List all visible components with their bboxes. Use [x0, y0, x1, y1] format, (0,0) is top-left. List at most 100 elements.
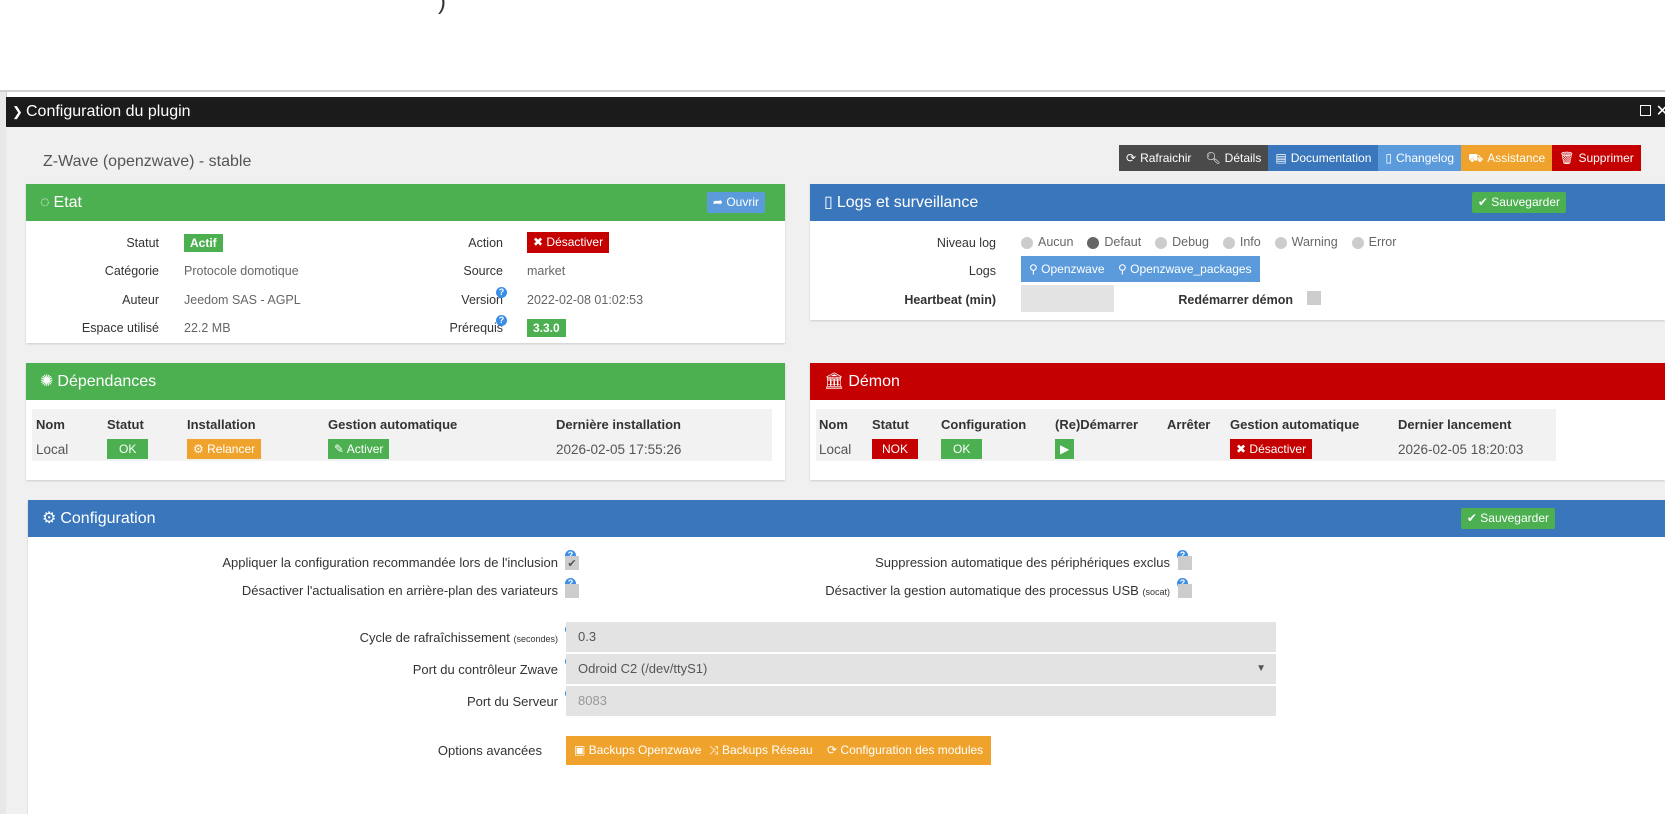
demon-deactivate-button[interactable]: ✖ Désactiver — [1230, 439, 1313, 459]
heartbeat-input[interactable] — [1021, 285, 1114, 312]
demon-deactivate-label: Désactiver — [1249, 442, 1307, 456]
backup-network-button[interactable]: ⤨ Backups Réseau — [701, 736, 821, 765]
server-port-label: Port du Serveur — [466, 694, 558, 709]
modal-content: Z-Wave (openzwave) - stable ⟳ Rafraichir … — [6, 127, 1665, 814]
log-level-aucun[interactable]: Aucun — [1021, 235, 1073, 249]
log-level-debug[interactable]: Debug — [1155, 235, 1209, 249]
check-circle-icon: ✔ — [1466, 511, 1477, 525]
demon-header-arreter: Arrêter — [1167, 417, 1211, 432]
open-button[interactable]: ➦ Ouvrir — [706, 192, 765, 213]
delete-label: Supprimer — [1578, 151, 1634, 165]
cycle-input[interactable]: 0.3 — [566, 622, 1276, 652]
plugin-toolbar: ⟳ Rafraichir 🔍︎ Détails ▤ Documentation ▯ Ch… — [1119, 145, 1641, 171]
dep-header-installation: Installation — [187, 417, 256, 432]
dep-activer-button[interactable]: ✎ Activer — [328, 439, 390, 459]
demon-config-badge: OK — [941, 439, 983, 459]
logs-save-button[interactable]: ✔ Sauvegarder — [1471, 192, 1566, 213]
assistance-button[interactable]: ⛟ Assistance — [1461, 145, 1553, 171]
background-page: ) — [0, 0, 1665, 92]
log-level-label: Warning — [1291, 235, 1338, 249]
port-select-value: Odroid C2 (/dev/ttyS1) — [578, 661, 708, 676]
log-level-error[interactable]: Error — [1351, 235, 1397, 249]
server-port-input[interactable]: 8083 — [566, 686, 1276, 716]
niveau-log-label: Niveau log — [936, 236, 996, 250]
demon-table: Nom Statut Configuration (Re)Démarrer Ar… — [816, 409, 1556, 461]
radio-icon — [1222, 236, 1235, 249]
log-packages-button[interactable]: ⚲ Openzwave_packages — [1110, 256, 1260, 282]
version-help-icon[interactable]: ? — [496, 287, 507, 298]
truck-icon: ⛟ — [1468, 151, 1484, 165]
play-icon: ▶ — [1055, 439, 1075, 459]
demon-title: Démon — [848, 373, 900, 390]
details-button[interactable]: 🔍︎ Détails — [1198, 145, 1269, 171]
opt2-checkbox[interactable] — [565, 584, 579, 598]
certificate-icon: ✺ — [40, 373, 54, 390]
dependances-title: Dépendances — [57, 373, 157, 390]
demon-last-launch: 2026-02-05 18:20:03 — [1398, 442, 1524, 457]
opt4-checkbox[interactable] — [1178, 584, 1192, 598]
details-label: Détails — [1224, 151, 1262, 165]
log-level-info[interactable]: Info — [1222, 235, 1261, 249]
prereq-label: Prérequis — [386, 321, 504, 335]
opt4-label-sub: (socat) — [1142, 587, 1170, 597]
demon-name: Local — [819, 442, 852, 457]
demon-config: OK — [941, 439, 983, 459]
demon-start-button[interactable]: ▶ — [1055, 439, 1075, 459]
radio-selected-icon — [1087, 236, 1100, 249]
prereq-help-icon[interactable]: ? — [496, 315, 507, 326]
heartbeat-label: Heartbeat (min) — [904, 293, 996, 307]
log-level-warning[interactable]: Warning — [1274, 235, 1338, 249]
logs-header: ▯ Logs et surveillance ✔ Sauvegarder — [810, 184, 1665, 221]
close-icon[interactable]: ✕ — [1656, 97, 1665, 127]
changelog-button[interactable]: ▯ Changelog — [1378, 145, 1462, 171]
refresh-button[interactable]: ⟳ Rafraichir — [1119, 145, 1199, 171]
check-circle-icon: ✔ — [1477, 195, 1488, 209]
opt3-checkbox[interactable] — [1178, 556, 1192, 570]
config-save-button[interactable]: ✔ Sauvegarder — [1460, 508, 1555, 529]
chevron-right-icon[interactable]: ❯ — [12, 97, 23, 127]
source-label: Source — [463, 264, 503, 278]
backup-openzwave-button[interactable]: ▣ Backups Openzwave — [566, 736, 710, 765]
opt1-checkbox[interactable]: ✔ — [565, 556, 579, 570]
port-select[interactable]: Odroid C2 (/dev/ttyS1) ▼ — [566, 654, 1276, 684]
backup-network-label: Backups Réseau — [721, 743, 813, 757]
logs-label: Logs — [968, 264, 996, 278]
log-level-label: Error — [1368, 235, 1397, 249]
log-openzwave-label: Openzwave — [1041, 262, 1105, 276]
share-icon: ➦ — [712, 195, 723, 209]
espace-value: 22.2 MB — [184, 321, 231, 335]
log-level-defaut[interactable]: Defaut — [1087, 235, 1141, 249]
delete-button[interactable]: 🗑︎ Supprimer — [1552, 145, 1641, 171]
restart-daemon-checkbox[interactable] — [1307, 291, 1321, 305]
dep-relancer-button[interactable]: ⚙ Relancer — [187, 439, 262, 459]
cycle-label: Cycle de rafraîchissement (secondes) — [28, 630, 558, 645]
log-packages-label: Openzwave_packages — [1130, 262, 1252, 276]
logs-panel: ▯ Logs et surveillance ✔ Sauvegarder Nive… — [810, 184, 1665, 320]
demon-header-statut: Statut — [872, 417, 909, 432]
log-level-radios: Aucun Defaut Debug Info Warning Error — [1021, 235, 1396, 249]
action-label: Action — [468, 236, 503, 250]
auteur-value: Jeedom SAS - AGPL — [184, 293, 301, 307]
port-label: Port du contrôleur Zwave — [412, 662, 558, 677]
restart-daemon-label: Redémarrer démon — [1178, 293, 1293, 307]
categorie-label: Catégorie — [104, 264, 159, 278]
book-icon: ▤ — [1275, 151, 1287, 165]
action-deactivate-button[interactable]: ✖ Désactiver — [527, 232, 610, 253]
dep-name: Local — [36, 442, 69, 457]
prereq-badge: 3.3.0 — [527, 319, 566, 337]
bicycle-icon: ⚙ — [193, 442, 204, 456]
save-icon: ▣ — [574, 743, 586, 757]
configuration-header: ⚙ Configuration ✔ Sauvegarder — [28, 500, 1665, 537]
trash-icon: 🗑︎ — [1559, 151, 1575, 165]
statut-badge: Actif — [184, 234, 223, 252]
log-openzwave-button[interactable]: ⚲ Openzwave — [1021, 256, 1113, 282]
logs-save-label: Sauvegarder — [1491, 195, 1560, 209]
statut-value: Actif — [184, 234, 223, 252]
maximize-icon[interactable] — [1640, 105, 1651, 116]
configuration-panel: ⚙ Configuration ✔ Sauvegarder Appliquer l… — [28, 500, 1665, 814]
module-config-button[interactable]: ⟳ Configuration des modules — [819, 736, 992, 765]
documentation-button[interactable]: ▤ Documentation — [1268, 145, 1379, 171]
refresh-label: Rafraichir — [1140, 151, 1192, 165]
assistance-label: Assistance — [1487, 151, 1546, 165]
demon-header: 🏛︎ Démon — [810, 363, 1665, 400]
